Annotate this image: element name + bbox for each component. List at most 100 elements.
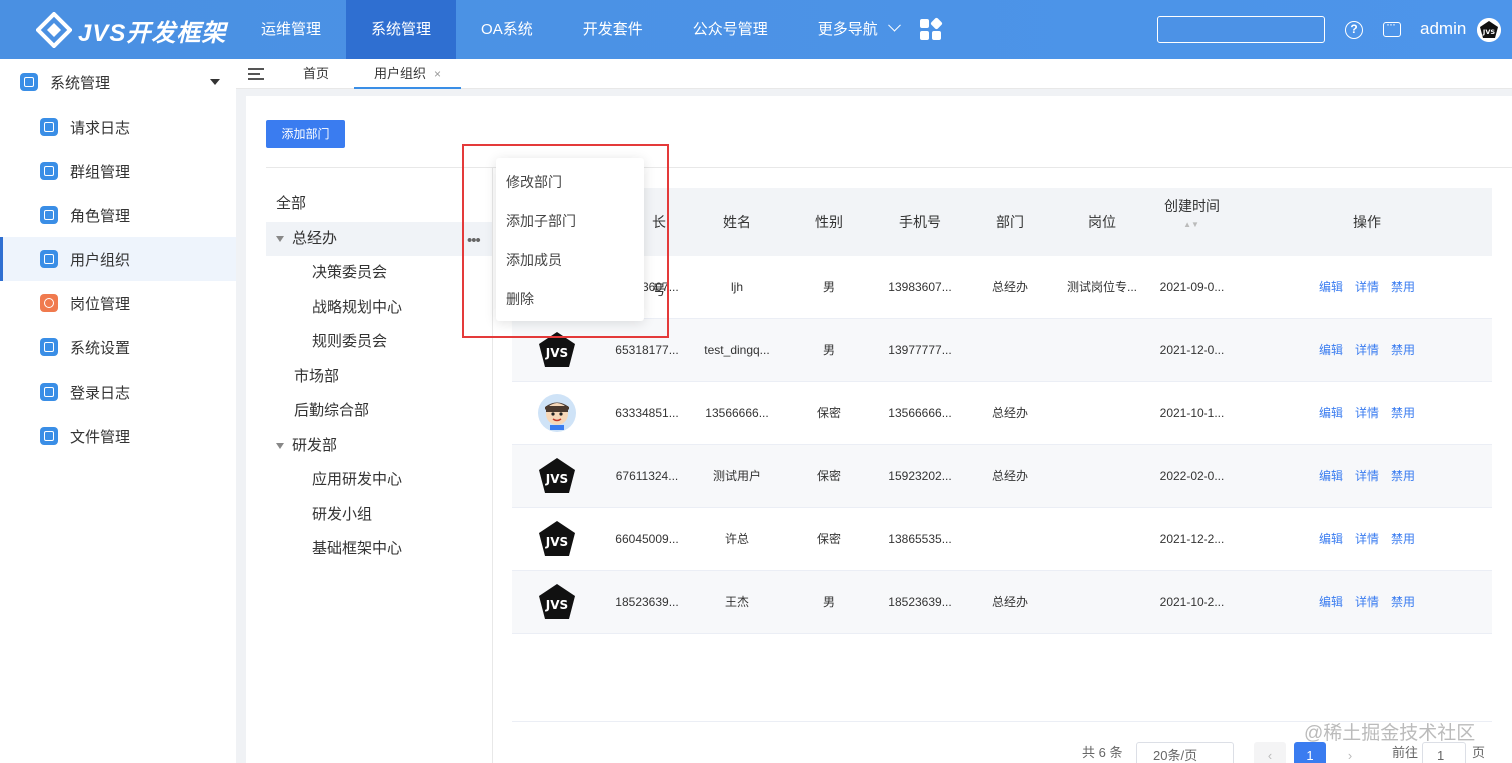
disable-link[interactable]: 禁用 [1391, 406, 1415, 420]
tree-node[interactable]: 后勤综合部 [294, 394, 369, 428]
next-page-button[interactable]: › [1334, 742, 1366, 763]
nav-oa[interactable]: OA系统 [456, 0, 558, 59]
sidebar-item-file[interactable]: 文件管理 [0, 414, 236, 458]
menu-item-delete[interactable]: 删除 [506, 289, 534, 309]
sidebar-item-user-org[interactable]: 用户组织 [0, 237, 236, 281]
username[interactable]: admin [1420, 19, 1466, 39]
tab-home[interactable]: 首页 [303, 59, 329, 89]
disable-link[interactable]: 禁用 [1391, 532, 1415, 546]
sidebar-item-login-log[interactable]: 登录日志 [0, 370, 236, 414]
nav-more[interactable]: 更多导航 [793, 0, 924, 59]
table-row: JVS 18523639... 王杰 男 18523639... 总经办 2021-10-2… [512, 571, 1492, 634]
detail-link[interactable]: 详情 [1355, 469, 1379, 483]
edit-link[interactable]: 编辑 [1319, 595, 1343, 609]
tree-node[interactable]: 市场部 [294, 360, 339, 394]
nav-official-account[interactable]: 公众号管理 [668, 0, 793, 59]
disable-link[interactable]: 禁用 [1391, 280, 1415, 294]
sidebar-item-label: 登录日志 [70, 384, 131, 402]
user-avatar[interactable]: JVS [1477, 18, 1501, 42]
add-department-button[interactable]: 添加部门 [266, 120, 345, 148]
column-header-dept: 部门 [996, 214, 1024, 230]
detail-link[interactable]: 详情 [1355, 595, 1379, 609]
detail-link[interactable]: 详情 [1355, 532, 1379, 546]
edit-link[interactable]: 编辑 [1319, 532, 1343, 546]
edit-link[interactable]: 编辑 [1319, 469, 1343, 483]
logo-icon [36, 12, 72, 48]
more-icon[interactable]: ••• [467, 232, 481, 249]
expand-arrow-icon[interactable] [276, 443, 284, 450]
cell-ops: 编辑 详情 禁用 [1292, 382, 1442, 445]
sidebar-item-request-log[interactable]: 请求日志 [0, 105, 236, 149]
nav-ops[interactable]: 运维管理 [236, 0, 346, 59]
cell-phone: 13977777... [888, 343, 952, 357]
close-icon[interactable]: × [434, 67, 441, 81]
edit-link[interactable]: 编辑 [1319, 343, 1343, 357]
page-size-select[interactable]: 20条/页 [1136, 742, 1234, 763]
tree-node[interactable]: 规则委员会 [312, 325, 387, 359]
cell-dept: 总经办 [991, 469, 1028, 483]
edit-link[interactable]: 编辑 [1319, 406, 1343, 420]
disable-link[interactable]: 禁用 [1391, 469, 1415, 483]
main-card: 添加部门 全部 总经办 ••• 决策委员会 战略规划中心 规则委员会 市场部 后… [246, 96, 1512, 763]
menu-item-edit-dept[interactable]: 修改部门 [506, 172, 562, 192]
menu-item-add-member[interactable]: 添加成员 [506, 250, 562, 270]
tree-node-rd[interactable]: 研发部 [276, 429, 337, 463]
detail-link[interactable]: 详情 [1355, 280, 1379, 294]
user-org-icon [40, 250, 58, 268]
sidebar-item-label: 角色管理 [70, 207, 131, 225]
sort-icon[interactable]: ▲▼ [1176, 220, 1206, 240]
apps-grid-icon[interactable] [920, 17, 943, 41]
sidebar-header[interactable]: 系统管理 [0, 59, 236, 105]
nav-label: 系统管理 [371, 21, 432, 38]
svg-text:JVS: JVS [1482, 28, 1495, 36]
page-number-button[interactable]: 1 [1294, 742, 1326, 763]
goto-page-input[interactable]: 1 [1422, 742, 1466, 763]
menu-item-add-sub-dept[interactable]: 添加子部门 [506, 211, 576, 231]
cell-created: 2021-12-0... [1159, 343, 1225, 357]
tree-node-general-office[interactable]: 总经办 [266, 222, 492, 256]
sidebar-item-role[interactable]: 角色管理 [0, 193, 236, 237]
role-icon [40, 206, 58, 224]
message-icon[interactable] [1383, 17, 1401, 37]
expand-arrow-icon[interactable] [276, 236, 284, 243]
cell-gender: 男 [822, 280, 835, 294]
prev-page-button[interactable]: ‹ [1254, 742, 1286, 763]
sidebar-item-group[interactable]: 群组管理 [0, 149, 236, 193]
tree-root[interactable]: 全部 [276, 187, 306, 221]
tree-node[interactable]: 决策委员会 [312, 256, 387, 290]
sidebar-item-position[interactable]: 岗位管理 [0, 281, 236, 325]
column-header-phone: 手机号 [899, 214, 941, 230]
cell-name: ljh [730, 280, 743, 294]
disable-link[interactable]: 禁用 [1391, 595, 1415, 609]
tab-label: 首页 [303, 66, 330, 81]
cell-account: 67611324... [615, 469, 679, 483]
svg-text:JVS: JVS [545, 598, 568, 612]
sidebar-item-label: 系统设置 [70, 339, 131, 357]
nav-system[interactable]: 系统管理 [346, 0, 457, 59]
edit-link[interactable]: 编辑 [1319, 280, 1343, 294]
disable-link[interactable]: 禁用 [1391, 343, 1415, 357]
cell-phone: 13983607... [888, 280, 952, 294]
table-row: JVS 65318177... test_dingq... 男 13977777... 2… [512, 319, 1492, 382]
avatar: JVS [538, 457, 576, 495]
search-input[interactable] [1157, 16, 1325, 43]
logo[interactable]: JVS开发框架 [36, 10, 226, 50]
cell-name: 王杰 [724, 595, 749, 609]
tree-node[interactable]: 应用研发中心 [312, 463, 402, 497]
detail-link[interactable]: 详情 [1355, 406, 1379, 420]
caret-down-icon [210, 79, 220, 85]
tree-node[interactable]: 研发小组 [312, 498, 372, 532]
cell-gender: 保密 [816, 469, 841, 483]
group-icon [40, 162, 58, 180]
sidebar-item-settings[interactable]: 系统设置 [0, 325, 236, 369]
table-row: JVS 66045009... 许总 保密 13865535... 2021-12-2..… [512, 508, 1492, 571]
nav-dev-kit[interactable]: 开发套件 [558, 0, 668, 59]
tab-user-org[interactable]: 用户组织 × [354, 59, 462, 89]
cell-ops: 编辑 详情 禁用 [1292, 256, 1442, 319]
menu-toggle-icon[interactable] [248, 68, 264, 80]
help-icon[interactable]: ? [1345, 21, 1363, 39]
tree-node[interactable]: 战略规划中心 [312, 291, 402, 325]
tree-node[interactable]: 基础框架中心 [312, 532, 402, 566]
detail-link[interactable]: 详情 [1355, 343, 1379, 357]
tabs-bar: 首页 用户组织 × [236, 59, 1512, 89]
